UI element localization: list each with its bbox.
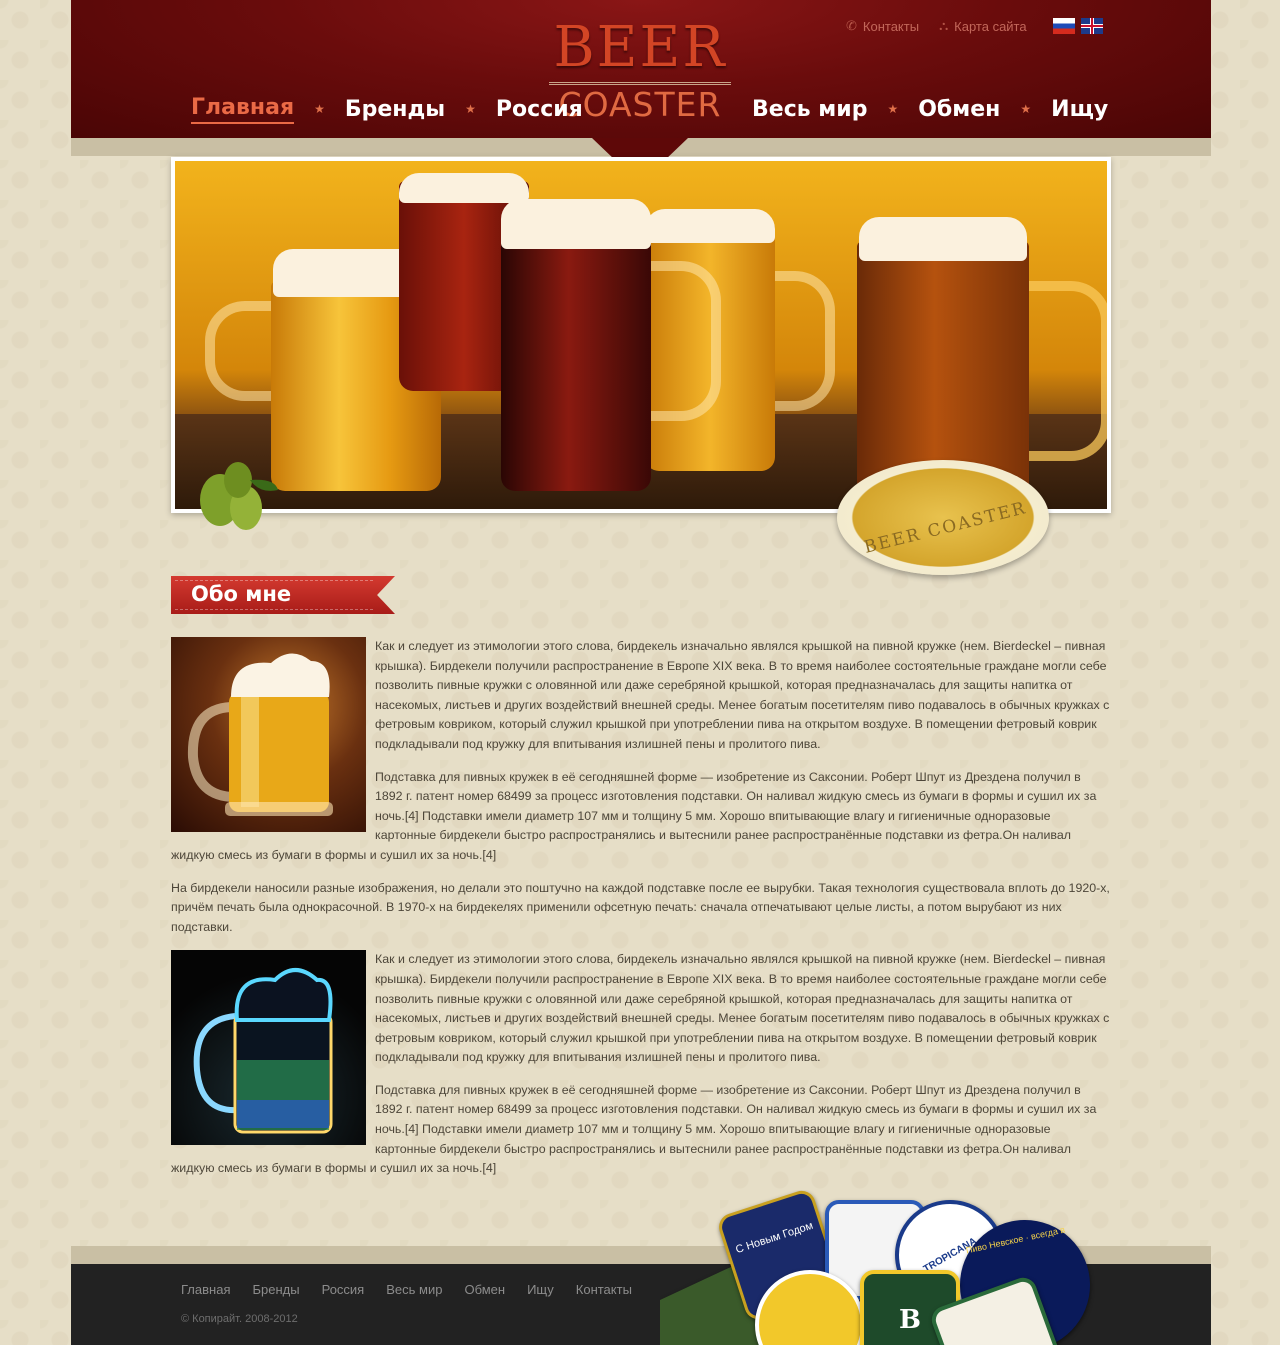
main-nav-left: Главная ★ Бренды ★ Россия — [191, 92, 583, 126]
nav-item-home[interactable]: Главная — [191, 95, 295, 124]
footer-nav: Главная Бренды Россия Весь мир Обмен Ищу… — [181, 1282, 654, 1297]
footer-link-exchange[interactable]: Обмен — [464, 1282, 505, 1297]
beer-foam — [645, 209, 775, 243]
neon-beer-image — [171, 950, 366, 1146]
nav-item-brands[interactable]: Бренды — [345, 97, 445, 122]
mug-handle — [205, 301, 275, 401]
sitemap-link-label: Карта сайта — [954, 18, 1027, 34]
phone-icon: ✆ — [846, 18, 857, 33]
nav-item-russia[interactable]: Россия — [496, 97, 583, 122]
footer-link-russia[interactable]: Россия — [322, 1282, 365, 1297]
mug-handle — [1021, 281, 1107, 461]
footer-link-wanted[interactable]: Ищу — [527, 1282, 554, 1297]
main-content: Как и следует из этимологии этого слова,… — [171, 637, 1111, 1192]
footer-link-brands[interactable]: Бренды — [252, 1282, 299, 1297]
nav-item-world[interactable]: Весь мир — [752, 97, 867, 122]
section-title: Обо мне — [191, 582, 292, 606]
footer-link-world[interactable]: Весь мир — [386, 1282, 442, 1297]
nav-item-wanted[interactable]: Ищу — [1051, 97, 1108, 122]
sitemap-link[interactable]: ⛬ Карта сайта — [939, 18, 1027, 34]
flag-uk-icon[interactable] — [1080, 18, 1103, 34]
golden-beer-mug-icon — [187, 653, 333, 816]
copyright: © Копирайт. 2008-2012 — [181, 1313, 298, 1325]
star-separator-icon: ★ — [1020, 102, 1032, 116]
top-links: ✆ Контакты ⛬ Карта сайта — [846, 18, 1103, 34]
mug-handle — [765, 271, 835, 411]
footer-link-home[interactable]: Главная — [181, 1282, 230, 1297]
beer-foam — [501, 199, 651, 249]
nav-item-exchange[interactable]: Обмен — [918, 97, 1000, 122]
mug-handle — [641, 261, 721, 421]
star-separator-icon: ★ — [314, 102, 325, 116]
flag-ru-icon[interactable] — [1052, 18, 1075, 34]
star-separator-icon: ★ — [887, 102, 899, 116]
coaster-label: С Новым Годом — [734, 1219, 815, 1257]
footer-link-contacts[interactable]: Контакты — [576, 1282, 632, 1297]
logo-beer-text: BEER — [553, 15, 727, 80]
star-separator-icon: ★ — [465, 102, 476, 116]
sitemap-icon: ⛬ — [939, 18, 949, 33]
footer-coasters-image: С Новым Годом TROPICANA Пиво Невское · в… — [660, 1190, 1110, 1345]
main-nav-right: Весь мир ★ Обмен ★ Ищу — [752, 92, 1108, 126]
golden-beer-image — [171, 637, 366, 832]
beer-mug-dark — [501, 221, 651, 491]
content-block-2: Как и следует из этимологии этого слова,… — [171, 950, 1111, 1179]
neon-beer-mug-icon — [193, 968, 333, 1134]
beer-foam — [399, 173, 529, 203]
contacts-link[interactable]: ✆ Контакты — [846, 18, 919, 34]
hero-banner — [171, 157, 1111, 513]
beer-foam — [859, 217, 1027, 261]
hops-icon — [200, 462, 278, 530]
contacts-link-label: Контакты — [862, 18, 920, 34]
paragraph: На бирдекели наносили разные изображения… — [171, 880, 1110, 934]
coaster-label: B — [899, 1305, 921, 1335]
